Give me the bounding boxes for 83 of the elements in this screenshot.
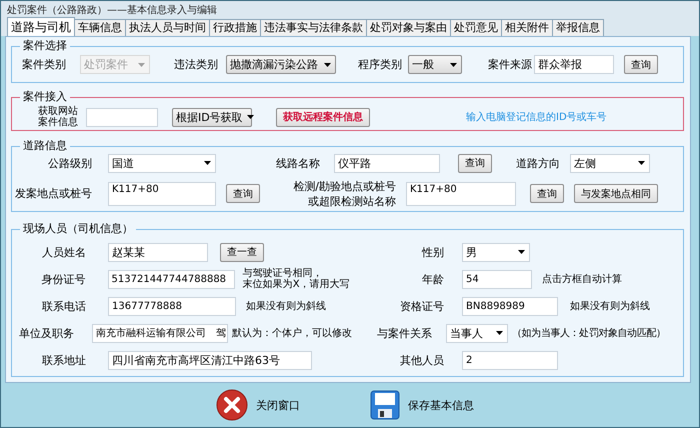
caret-icon xyxy=(496,331,503,335)
caret-icon xyxy=(324,62,331,66)
dropdown[interactable]: 一般 xyxy=(408,55,462,74)
query-button[interactable]: 查询 xyxy=(530,184,564,203)
caret-icon xyxy=(204,161,211,165)
text-field[interactable]: 仪平路 xyxy=(334,154,440,172)
tab[interactable]: 行政措施 xyxy=(209,19,261,36)
text-field[interactable]: BN8898989 xyxy=(462,296,558,316)
dropdown[interactable]: 根据ID号获取 xyxy=(172,108,252,126)
caret-icon xyxy=(246,115,254,119)
text-field[interactable]: 四川省南充市高坪区清江中路63号 xyxy=(108,350,312,370)
field-label: 程序类别 xyxy=(358,57,403,72)
text-field[interactable] xyxy=(86,108,158,126)
lookup-button[interactable]: 查一查 xyxy=(220,242,264,262)
field-label: 联系地址 xyxy=(41,352,86,368)
tab[interactable]: 处罚对象与案由 xyxy=(366,19,451,36)
hint-text: 如果没有则为斜线 xyxy=(570,300,650,312)
query-button[interactable]: 查询 xyxy=(624,55,658,74)
text-field[interactable]: 2 xyxy=(462,350,558,370)
field-label: 发案地点或桩号 xyxy=(14,186,92,201)
section-title: 道路信息 xyxy=(20,139,70,153)
field-label: 资格证号 xyxy=(399,298,444,314)
hint-text: 输入电脑登记信息的ID号或车号 xyxy=(466,112,607,122)
field-label: 线路名称 xyxy=(275,156,320,170)
caret-icon xyxy=(518,250,525,254)
section-title: 案件接入 xyxy=(20,90,70,104)
text-field[interactable]: 群众举报 xyxy=(534,55,614,74)
field-label: 单位及职务 xyxy=(18,326,74,340)
caret-icon xyxy=(450,62,457,66)
save-button[interactable]: 保存基本信息 xyxy=(370,390,474,420)
text-field[interactable]: 赵某某 xyxy=(108,242,208,262)
close-button[interactable]: 关闭窗口 xyxy=(216,389,300,421)
section-title: 案件选择 xyxy=(20,39,70,53)
field-label: 案件类别 xyxy=(22,57,67,72)
dropdown[interactable]: 男 xyxy=(462,242,530,262)
fetch-button[interactable]: 获取远程案件信息 xyxy=(276,108,370,126)
close-icon xyxy=(216,389,248,421)
tab[interactable]: 车辆信息 xyxy=(74,19,126,36)
tab[interactable]: 处罚意见 xyxy=(450,19,502,36)
hint-text: 获取网站 xyxy=(38,106,78,117)
text-field[interactable]: 54 xyxy=(462,270,532,288)
text-field[interactable]: 13677778888 xyxy=(108,296,236,316)
hint-text: 末位如果为X，请用大写 xyxy=(242,279,351,290)
hint-text: 案件信息 xyxy=(38,117,78,128)
field-label: 案件来源 xyxy=(488,57,533,72)
dropdown[interactable]: 当事人 xyxy=(446,324,508,342)
hint-text: 如果没有则为斜线 xyxy=(246,300,326,312)
caret-icon xyxy=(138,62,145,66)
field-label: 或超限检测站名称 xyxy=(308,194,396,208)
field-label: 道路方向 xyxy=(516,156,561,170)
tab[interactable]: 违法事实与法律条款 xyxy=(260,19,367,36)
field-label: 人员姓名 xyxy=(41,244,86,260)
text-field[interactable]: K117+80 xyxy=(406,182,516,206)
field-label: 检测/勘验地点或桩号 xyxy=(293,178,396,194)
field-label: 联系电话 xyxy=(41,298,86,314)
tab[interactable]: 举报信息 xyxy=(552,19,604,36)
tab[interactable]: 相关附件 xyxy=(501,19,553,36)
tab[interactable]: 道路与司机 xyxy=(7,17,75,36)
hint-text: （如为当事人：处罚对象自动匹配） xyxy=(512,328,666,338)
text-field[interactable]: 南充市融科运输有限公司 驾 xyxy=(92,324,228,342)
field-label: 性别 xyxy=(420,244,444,260)
query-button[interactable]: 查询 xyxy=(226,184,260,203)
text-field[interactable]: K117+80 xyxy=(108,182,216,206)
dropdown[interactable]: 抛撒滴漏污染公路 xyxy=(226,55,336,74)
field-label: 年龄 xyxy=(421,272,444,286)
query-button[interactable]: 查询 xyxy=(458,154,492,172)
tab[interactable]: 执法人员与时间 xyxy=(125,19,210,36)
field-label: 与案件关系 xyxy=(376,326,432,340)
field-label: 违法类别 xyxy=(174,57,219,72)
hint-text: 默认为：个体户，可以修改 xyxy=(232,328,352,338)
section-title: 现场人员（司机信息） xyxy=(20,222,136,236)
field-label: 其他人员 xyxy=(399,352,444,368)
text-field[interactable]: 513721447744788888 xyxy=(108,270,235,288)
same-location-button[interactable]: 与发案地点相同 xyxy=(574,184,658,203)
save-icon xyxy=(370,390,400,420)
field-label: 身份证号 xyxy=(40,272,86,286)
window-title: 处罚案件（公路路政）——基本信息录入与编辑 xyxy=(1,1,699,18)
hint-text: 与驾驶证号相同， xyxy=(242,268,324,279)
dropdown[interactable]: 国道 xyxy=(108,154,216,172)
hint-text: 点击方框自动计算 xyxy=(542,274,622,284)
field-label: 公路级别 xyxy=(47,156,92,170)
dropdown[interactable]: 左侧 xyxy=(570,154,650,172)
caret-icon xyxy=(638,161,645,165)
